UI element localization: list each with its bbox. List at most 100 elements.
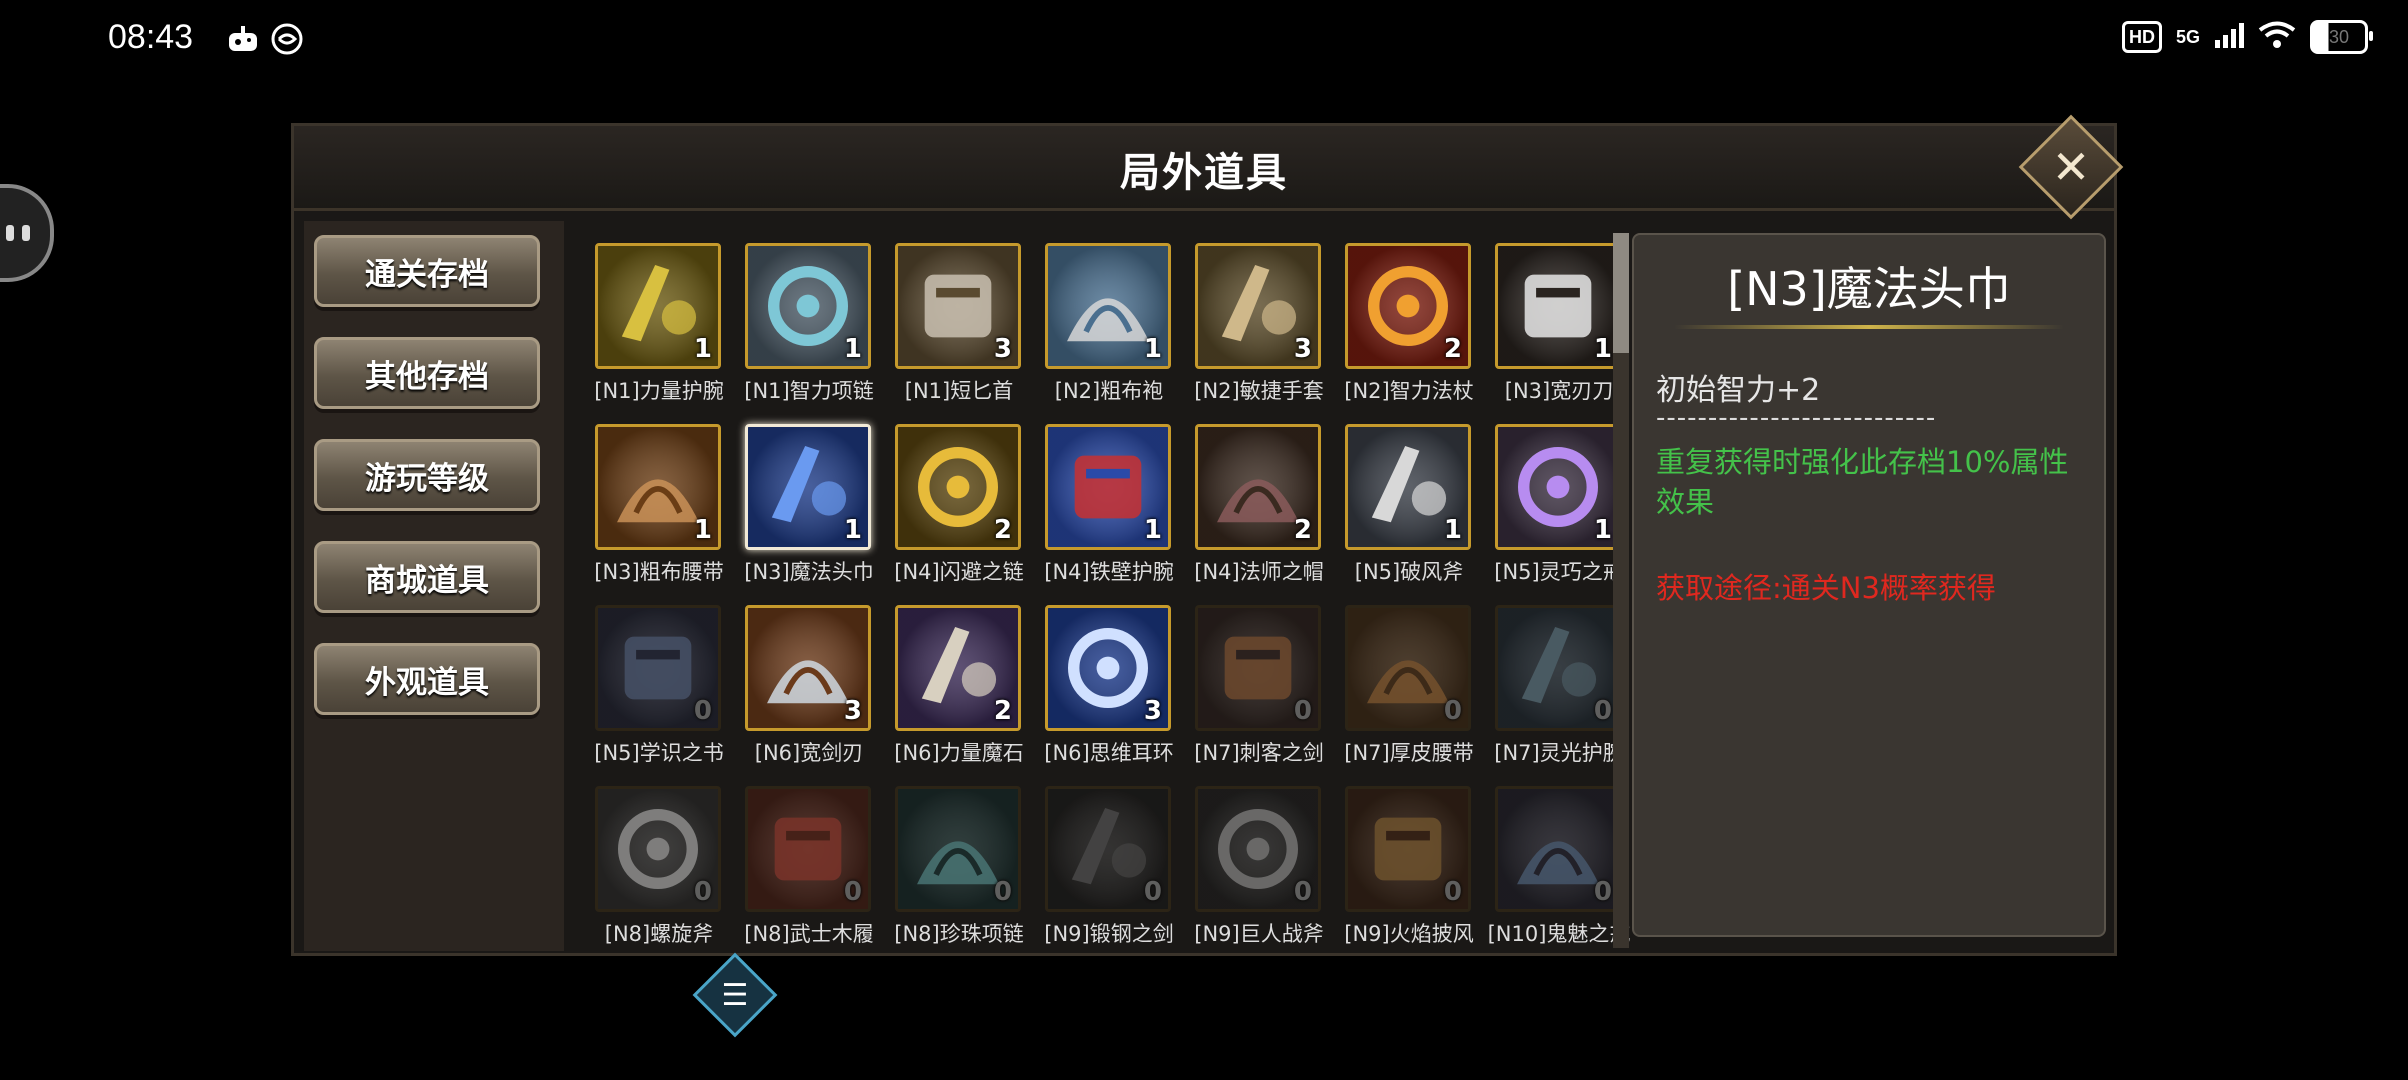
- item-tile[interactable]: 0: [1495, 605, 1621, 731]
- item-cell[interactable]: 2 [N4]闪避之链: [884, 416, 1034, 586]
- item-cell[interactable]: 1 [N1]力量护腕: [584, 235, 734, 405]
- item-cell[interactable]: 1 [N5]破风斧: [1334, 416, 1484, 586]
- item-tile[interactable]: 2: [1195, 424, 1321, 550]
- item-count: 3: [843, 696, 862, 726]
- item-tile[interactable]: 0: [1195, 605, 1321, 731]
- item-cell[interactable]: 2 [N6]力量魔石: [884, 597, 1034, 767]
- item-label: [N3]魔法头巾: [744, 560, 874, 584]
- item-tile[interactable]: 0: [595, 605, 721, 731]
- item-cell[interactable]: 0 [N7]灵光护腕: [1484, 597, 1634, 767]
- item-cell[interactable]: 3 [N6]思维耳环: [1034, 597, 1184, 767]
- item-count: 0: [843, 877, 862, 907]
- item-label: [N2]敏捷手套: [1194, 379, 1324, 403]
- item-tile[interactable]: 1: [745, 243, 871, 369]
- item-tile[interactable]: 1: [595, 424, 721, 550]
- item-cell[interactable]: 1 [N1]智力项链: [734, 235, 884, 405]
- item-cell[interactable]: 0 [N10]鬼魅之戒: [1484, 778, 1634, 948]
- item-tile[interactable]: 1: [1045, 424, 1171, 550]
- item-label: [N4]铁壁护腕: [1044, 560, 1174, 584]
- item-tile[interactable]: 1: [1345, 424, 1471, 550]
- item-tile[interactable]: 0: [1495, 786, 1621, 912]
- item-label: [N8]珍珠项链: [894, 922, 1024, 946]
- item-tile[interactable]: 2: [895, 424, 1021, 550]
- item-count: 0: [693, 696, 712, 726]
- battery-level: 30: [2328, 26, 2350, 47]
- item-cell[interactable]: 0 [N8]珍珠项链: [884, 778, 1034, 948]
- item-tile[interactable]: 2: [895, 605, 1021, 731]
- item-tile[interactable]: 3: [895, 243, 1021, 369]
- item-cell[interactable]: 0 [N9]锻钢之剑: [1034, 778, 1184, 948]
- item-label: [N3]粗布腰带: [594, 560, 724, 584]
- item-label: [N7]刺客之剑: [1194, 741, 1324, 765]
- item-count: 3: [993, 334, 1012, 364]
- item-cell[interactable]: 1 [N4]铁壁护腕: [1034, 416, 1184, 586]
- item-cell[interactable]: 0 [N9]火焰披风: [1334, 778, 1484, 948]
- item-count: 1: [843, 515, 862, 545]
- item-count: 0: [1143, 877, 1162, 907]
- item-cell[interactable]: 0 [N8]螺旋斧: [584, 778, 734, 948]
- nav-play-level[interactable]: 游玩等级: [314, 439, 540, 511]
- detail-divider: [1674, 325, 2064, 329]
- chat-icon: ☰: [721, 977, 749, 1013]
- item-count: 0: [693, 877, 712, 907]
- item-count: 1: [693, 515, 712, 545]
- nav-clear-saves[interactable]: 通关存档: [314, 235, 540, 307]
- item-tile[interactable]: 0: [595, 786, 721, 912]
- item-label: [N5]学识之书: [594, 741, 724, 765]
- item-cell[interactable]: 3 [N6]宽剑刃: [734, 597, 884, 767]
- item-tile[interactable]: 2: [1345, 243, 1471, 369]
- nav-cosmetic-items[interactable]: 外观道具: [314, 643, 540, 715]
- scroll-thumb[interactable]: [1613, 233, 1629, 353]
- item-count: 1: [843, 334, 862, 364]
- item-label: [N1]力量护腕: [594, 379, 724, 403]
- item-cell[interactable]: 1 [N3]魔法头巾: [734, 416, 884, 586]
- item-tile[interactable]: 0: [1345, 786, 1471, 912]
- item-cell[interactable]: 3 [N1]短匕首: [884, 235, 1034, 405]
- item-count: 0: [993, 877, 1012, 907]
- item-tile[interactable]: 1: [745, 424, 871, 550]
- item-cell[interactable]: 3 [N2]敏捷手套: [1184, 235, 1334, 405]
- item-tile[interactable]: 0: [1345, 605, 1471, 731]
- item-count: 3: [1143, 696, 1162, 726]
- item-cell[interactable]: 0 [N7]刺客之剑: [1184, 597, 1334, 767]
- chat-button[interactable]: ☰: [692, 952, 778, 1038]
- item-tile[interactable]: 1: [1495, 424, 1621, 550]
- item-tile[interactable]: 1: [1045, 243, 1171, 369]
- item-cell[interactable]: 1 [N3]宽刃刀: [1484, 235, 1634, 405]
- item-tile[interactable]: 0: [1045, 786, 1171, 912]
- item-count: 0: [1443, 877, 1462, 907]
- item-cell[interactable]: 0 [N5]学识之书: [584, 597, 734, 767]
- item-tile[interactable]: 1: [595, 243, 721, 369]
- item-count: 0: [1443, 696, 1462, 726]
- item-cell[interactable]: 2 [N4]法师之帽: [1184, 416, 1334, 586]
- item-tile[interactable]: 1: [1495, 243, 1621, 369]
- item-count: 2: [1443, 334, 1462, 364]
- wifi-icon: [2258, 21, 2296, 53]
- floating-assistant-ball[interactable]: [0, 184, 54, 282]
- item-cell[interactable]: 0 [N8]武士木履: [734, 778, 884, 948]
- network-label: 5G: [2175, 26, 2200, 47]
- item-tile[interactable]: 3: [1195, 243, 1321, 369]
- item-cell[interactable]: 2 [N2]智力法杖: [1334, 235, 1484, 405]
- nav-shop-items[interactable]: 商城道具: [314, 541, 540, 613]
- item-count: 0: [1593, 877, 1612, 907]
- item-label: [N6]宽剑刃: [754, 741, 864, 765]
- item-cell[interactable]: 0 [N9]巨人战斧: [1184, 778, 1334, 948]
- item-count: 2: [993, 696, 1012, 726]
- item-cell[interactable]: 1 [N3]粗布腰带: [584, 416, 734, 586]
- item-label: [N9]火焰披风: [1344, 922, 1474, 946]
- item-tile[interactable]: 0: [1195, 786, 1321, 912]
- grid-scrollbar[interactable]: [1613, 233, 1629, 948]
- item-cell[interactable]: 1 [N2]粗布袍: [1034, 235, 1184, 405]
- close-icon: ✕: [2051, 140, 2091, 194]
- item-tile[interactable]: 3: [1045, 605, 1171, 731]
- item-cell[interactable]: 0 [N7]厚皮腰带: [1334, 597, 1484, 767]
- item-tile[interactable]: 0: [895, 786, 1021, 912]
- item-count: 1: [1593, 334, 1612, 364]
- nav-other-saves[interactable]: 其他存档: [314, 337, 540, 409]
- item-tile[interactable]: 3: [745, 605, 871, 731]
- item-tile[interactable]: 0: [745, 786, 871, 912]
- detail-bonus: 重复获得时强化此存档10%属性效果: [1656, 445, 2069, 519]
- item-cell[interactable]: 1 [N5]灵巧之戒: [1484, 416, 1634, 586]
- close-button[interactable]: ✕: [2018, 114, 2124, 220]
